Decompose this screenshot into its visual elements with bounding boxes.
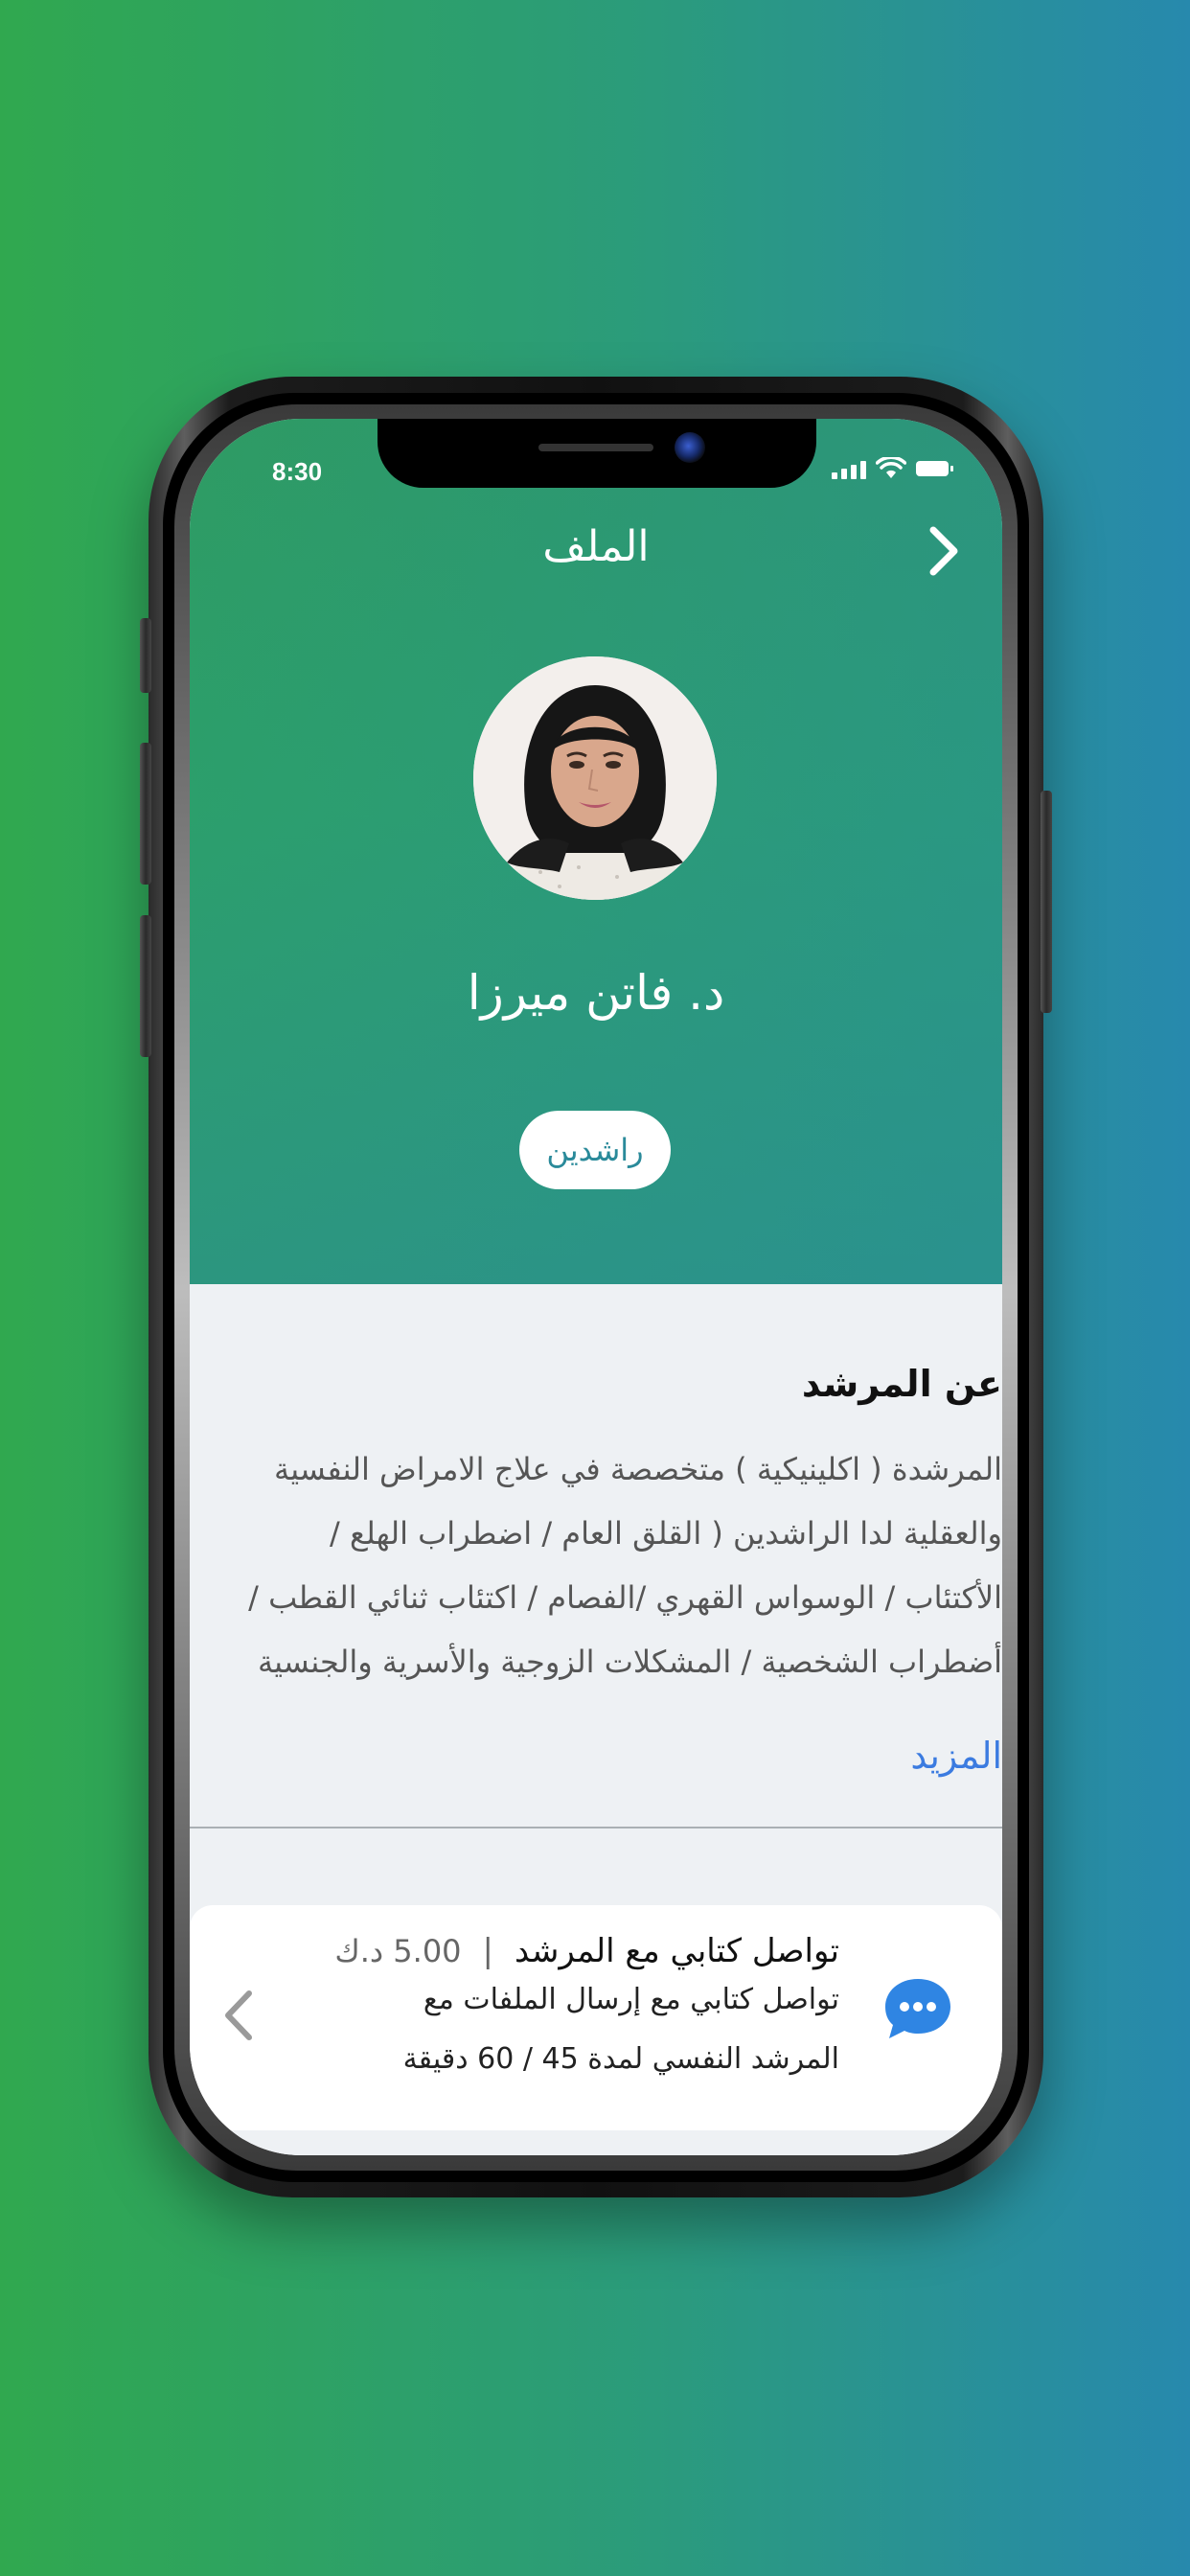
doctor-name: د. فاتن ميرزا (467, 965, 725, 1021)
bottom-edge (190, 2130, 1002, 2155)
about-section: عن المرشد المرشدة ( اكلينيكية ) متخصصة ف… (190, 1284, 1002, 1878)
wifi-icon (876, 457, 906, 478)
service-title: تواصل كتابي مع المرشد (515, 1932, 839, 1970)
about-line: والعقلية لدا الراشدين ( القلق العام / اض… (330, 1515, 1002, 1552)
earpiece-speaker (538, 444, 653, 451)
volume-down-button (140, 915, 151, 1057)
mute-switch (140, 618, 151, 693)
volume-up-button (140, 743, 151, 885)
power-button (1041, 791, 1052, 1013)
service-description-line: المرشد النفسي لمدة 45 / 60 دقيقة (402, 2042, 839, 2076)
service-price: 5.00 د.ك (334, 1933, 462, 1969)
status-time: 8:30 (272, 457, 323, 486)
chevron-left-icon[interactable] (218, 1988, 257, 2043)
service-description-line: تواصل كتابي مع إرسال الملفات مع (423, 1983, 839, 2016)
service-header: تواصل كتابي مع المرشد | 5.00 د.ك (334, 1932, 839, 1970)
status-icons (832, 457, 953, 480)
service-details: تواصل كتابي مع المرشد | 5.00 د.ك تواصل ك… (334, 1932, 839, 2089)
about-line: الأكتئاب / الوسواس القهري /الفصام / اكتئ… (248, 1579, 1002, 1616)
about-description: المرشدة ( اكلينيكية ) متخصصة في علاج الا… (194, 1438, 1002, 1694)
doctor-avatar (473, 656, 717, 900)
page-title: الملف (542, 522, 650, 571)
doctor-photo (473, 656, 717, 900)
device-notch (378, 419, 816, 488)
about-line: المرشدة ( اكلينيكية ) متخصصة في علاج الا… (274, 1451, 1002, 1487)
chevron-right-icon (929, 526, 958, 576)
chat-bubble-icon (885, 1979, 950, 2038)
front-camera (675, 432, 705, 463)
specialty-tag[interactable]: راشدين (519, 1111, 671, 1189)
read-more-link[interactable]: المزيد (910, 1735, 1002, 1777)
section-divider (190, 1827, 1002, 1828)
about-line: أضطراب الشخصية / المشكلات الزوجية والأسر… (257, 1644, 1002, 1680)
cellular-signal-icon (832, 458, 866, 479)
about-title: عن المرشد (801, 1363, 1002, 1405)
service-card[interactable]: تواصل كتابي مع المرشد | 5.00 د.ك تواصل ك… (190, 1905, 1002, 2130)
battery-icon (916, 461, 953, 476)
service-separator: | (482, 1932, 493, 1970)
back-button[interactable] (920, 522, 968, 580)
app-screen: 8:30 الملف د. فاتن ميرزا راشدين عن المرش… (190, 419, 1002, 2155)
